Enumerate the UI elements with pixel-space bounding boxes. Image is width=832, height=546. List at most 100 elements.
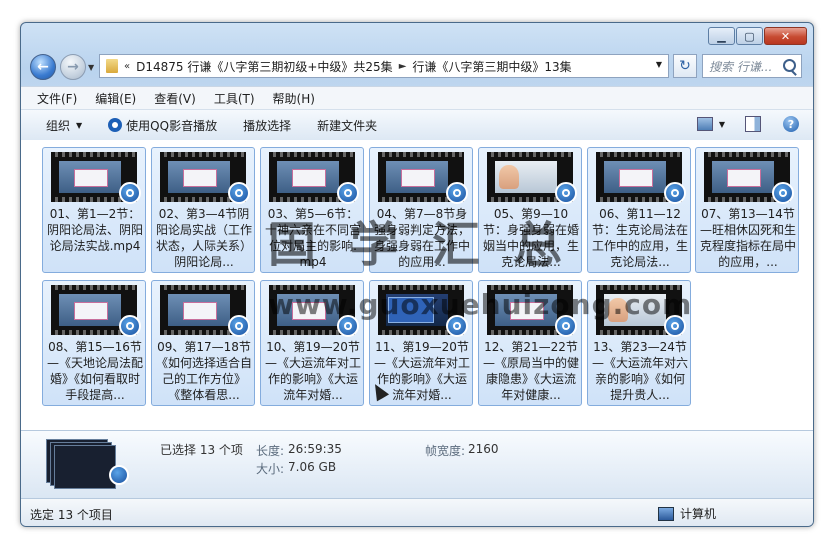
play-selection-label: 播放选择 (243, 118, 292, 133)
file-item[interactable]: 13、第23—24节—《大运流年对六亲的影响》《如何提升贵人... (587, 280, 691, 406)
play-qq-label: 使用QQ影音播放 (126, 118, 218, 133)
refresh-button[interactable]: ↻ (673, 54, 697, 78)
folder-icon (106, 59, 118, 73)
search-placeholder: 搜索 行谦... (709, 59, 773, 74)
address-row: ← → ▼ « D14875 行谦《八字第三期初级+中级》共25集 ► 行谦《八… (21, 51, 813, 85)
organize-label: 组织 (46, 118, 71, 133)
file-name: 05、第9—10节：身强身弱在婚姻当中的应用，生克论局法... (483, 207, 579, 269)
minimize-icon: ▁ (717, 29, 726, 43)
file-name: 08、第15—16节—《天地论局法配婚》《如何看取时手段提高... (47, 340, 143, 402)
new-folder-label: 新建文件夹 (317, 118, 378, 133)
close-button[interactable]: ✕ (764, 27, 807, 45)
arrow-left-icon: ← (37, 59, 49, 75)
breadcrumb-parent[interactable]: D14875 行谦《八字第三期初级+中级》共25集 (136, 58, 393, 75)
length-value: 26:59:35 (288, 442, 342, 456)
file-item[interactable]: 05、第9—10节：身强身弱在婚姻当中的应用，生克论局法... (478, 147, 582, 273)
status-selection: 选定 13 个项目 (30, 508, 113, 522)
title-bar: ▁ ▢ ✕ (21, 23, 813, 51)
menu-bar: 文件(F) 编辑(E) 查看(V) 工具(T) 帮助(H) (21, 86, 813, 109)
file-item[interactable]: 03、第5—6节：十神六亲在不同宫位对局主的影响.mp4 (260, 147, 364, 273)
qq-player-icon (119, 315, 141, 337)
file-item[interactable]: 02、第3—4节阴阳论局实战（工作状态，人际关系）阴阳论局... (151, 147, 255, 273)
preview-pane-icon[interactable] (745, 116, 761, 132)
breadcrumb-separator-icon[interactable]: ► (399, 61, 407, 72)
maximize-button[interactable]: ▢ (736, 27, 763, 45)
qq-player-icon (119, 182, 141, 204)
menu-help[interactable]: 帮助(H) (273, 90, 315, 107)
view-dropdown-icon[interactable]: ▼ (719, 120, 725, 129)
frame-width-value: 2160 (468, 442, 499, 456)
refresh-icon: ↻ (679, 58, 691, 74)
menu-file[interactable]: 文件(F) (37, 90, 77, 107)
status-location: 计算机 (658, 505, 716, 522)
qq-player-icon (772, 182, 794, 204)
explorer-window: ▁ ▢ ✕ ← → ▼ « D14875 行谦《八字第三期初级+中级》共25集 … (20, 22, 814, 527)
new-folder-button[interactable]: 新建文件夹 (317, 117, 377, 134)
qq-player-icon (337, 182, 359, 204)
file-list: 01、第1—2节：阴阳论局法、阴阳论局法实战.mp4 02、第3—4节阴阳论局实战… (21, 140, 813, 430)
file-item[interactable]: 07、第13—14节—旺相休囚死和生克程度指标在局中的应用，... (695, 147, 799, 273)
search-icon[interactable] (783, 59, 796, 72)
size-key: 大小: (256, 462, 285, 476)
change-view-icon[interactable] (696, 117, 713, 131)
back-button[interactable]: ← (30, 54, 56, 80)
file-item[interactable]: 08、第15—16节—《天地论局法配婚》《如何看取时手段提高... (42, 280, 146, 406)
forward-button[interactable]: → (60, 54, 86, 80)
file-item[interactable]: 04、第7—8节身强身弱判定方法，身强身弱在工作中的应用... (369, 147, 473, 273)
file-name: 10、第19—20节—《大运流年对工作的影响》《大运流年对婚... (265, 340, 361, 402)
file-name: 06、第11—12节：生克论局法在工作中的应用，生克论局法... (592, 207, 688, 269)
recent-pages-dropdown[interactable]: ▼ (88, 63, 94, 72)
qq-player-icon (664, 315, 686, 337)
file-item[interactable]: 10、第19—20节—《大运流年对工作的影响》《大运流年对婚... (260, 280, 364, 406)
qq-player-icon (228, 315, 250, 337)
arrow-right-icon: → (67, 59, 79, 75)
menu-view[interactable]: 查看(V) (154, 90, 196, 107)
close-icon: ✕ (780, 29, 791, 43)
qq-player-icon (555, 315, 577, 337)
file-item[interactable]: 09、第17—18节《如何选择适合自己的工作方位》《整体看思... (151, 280, 255, 406)
menu-edit[interactable]: 编辑(E) (95, 90, 136, 107)
frame-width-key: 帧宽度: (425, 444, 466, 458)
qq-player-icon (109, 465, 129, 485)
file-name: 07、第13—14节—旺相休囚死和生克程度指标在局中的应用，... (700, 207, 796, 269)
file-name: 12、第21—22节—《原局当中的健康隐患》《大运流年对健康... (483, 340, 579, 402)
qq-player-icon (108, 118, 123, 132)
play-selection-button[interactable]: 播放选择 (243, 117, 291, 134)
qq-player-icon (446, 182, 468, 204)
organize-button[interactable]: 组织 ▼ (46, 117, 82, 134)
breadcrumb-overflow[interactable]: « (124, 61, 130, 72)
maximize-icon: ▢ (744, 29, 755, 43)
chevron-down-icon: ▼ (76, 120, 83, 130)
qq-player-icon (446, 315, 468, 337)
computer-icon (658, 506, 674, 521)
file-item[interactable]: 01、第1—2节：阴阳论局法、阴阳论局法实战.mp4 (42, 147, 146, 273)
file-item[interactable]: 06、第11—12节：生克论局法在工作中的应用，生克论局法... (587, 147, 691, 273)
search-input[interactable]: 搜索 行谦... (702, 54, 802, 78)
address-bar[interactable]: « D14875 行谦《八字第三期初级+中级》共25集 ► 行谦《八字第三期中级… (99, 54, 669, 78)
file-name: 04、第7—8节身强身弱判定方法，身强身弱在工作中的应用... (374, 207, 470, 269)
file-name: 01、第1—2节：阴阳论局法、阴阳论局法实战.mp4 (47, 207, 143, 253)
qq-player-icon (337, 315, 359, 337)
file-name: 02、第3—4节阴阳论局实战（工作状态，人际关系）阴阳论局... (156, 207, 252, 269)
status-bar: 选定 13 个项目 计算机 (21, 498, 813, 526)
window-controls: ▁ ▢ ✕ (707, 27, 807, 45)
qq-player-icon (555, 182, 577, 204)
status-location-label: 计算机 (680, 507, 717, 521)
file-name: 09、第17—18节《如何选择适合自己的工作方位》《整体看思... (156, 340, 252, 402)
play-with-qq-button[interactable]: 使用QQ影音播放 (108, 117, 217, 134)
address-dropdown-icon[interactable]: ▼ (656, 60, 662, 69)
size-value: 7.06 GB (288, 460, 337, 474)
qq-player-icon (228, 182, 250, 204)
length-key: 长度: (256, 444, 285, 458)
view-controls: ▼ ? (696, 116, 813, 132)
file-item[interactable]: 12、第21—22节—《原局当中的健康隐患》《大运流年对健康... (478, 280, 582, 406)
selected-count: 已选择 13 个项 (160, 443, 243, 457)
qq-player-icon (664, 182, 686, 204)
help-icon[interactable]: ? (783, 116, 799, 132)
menu-tools[interactable]: 工具(T) (214, 90, 255, 107)
minimize-button[interactable]: ▁ (708, 27, 735, 45)
details-pane: 已选择 13 个项 长度: 26:59:35 大小: 7.06 GB 帧宽度: … (21, 430, 813, 499)
file-name: 13、第23—24节—《大运流年对六亲的影响》《如何提升贵人... (592, 340, 688, 402)
breadcrumb-current[interactable]: 行谦《八字第三期中级》13集 (412, 58, 571, 75)
command-bar: 组织 ▼ 使用QQ影音播放 播放选择 新建文件夹 ▼ ? (21, 109, 813, 141)
